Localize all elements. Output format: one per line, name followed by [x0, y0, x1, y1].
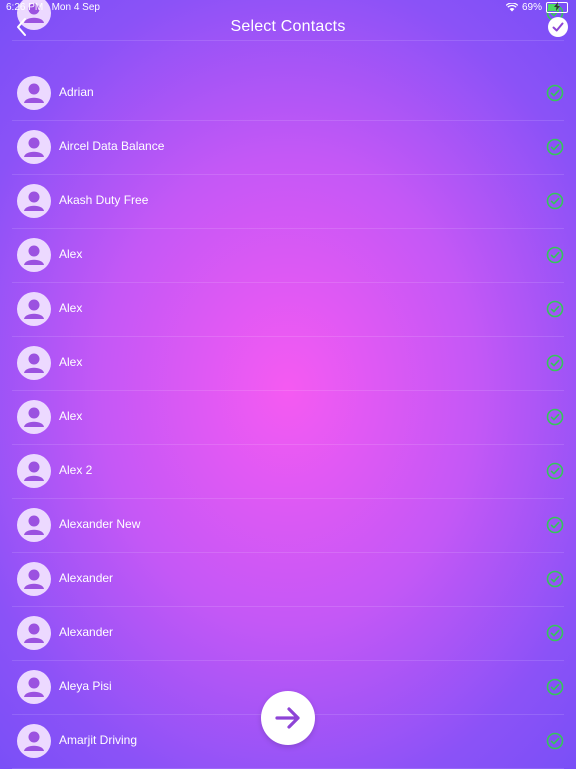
person-icon: [24, 83, 44, 103]
contact-row[interactable]: Alex: [12, 336, 564, 391]
avatar: [17, 184, 51, 218]
check-circle-icon[interactable]: [546, 192, 564, 210]
avatar: [17, 238, 51, 272]
battery-icon: [546, 2, 568, 13]
done-button[interactable]: [548, 17, 568, 37]
bolt-icon: [554, 2, 560, 11]
check-circle-icon[interactable]: [546, 354, 564, 372]
person-icon: [24, 191, 44, 211]
avatar: [17, 346, 51, 380]
contact-row[interactable]: Alex: [12, 282, 564, 337]
contact-row[interactable]: Alex 2: [12, 444, 564, 499]
page-title: Select Contacts: [230, 18, 346, 35]
contact-row[interactable]: Alex: [12, 390, 564, 445]
person-icon: [24, 407, 44, 427]
next-button[interactable]: [261, 691, 315, 745]
checkmark-icon: [552, 22, 564, 32]
check-circle-icon[interactable]: [546, 138, 564, 156]
person-icon: [24, 353, 44, 373]
avatar: [17, 400, 51, 434]
avatar: [17, 670, 51, 704]
contact-name: Aircel Data Balance: [59, 139, 165, 153]
contact-name: Aleya Pisi: [59, 679, 112, 693]
contact-name: Alex: [59, 409, 83, 423]
avatar: [17, 508, 51, 542]
arrow-right-icon: [275, 707, 300, 729]
person-icon: [24, 623, 44, 643]
avatar: [17, 562, 51, 596]
check-circle-icon[interactable]: [546, 84, 564, 102]
check-circle-icon[interactable]: [546, 732, 564, 750]
contact-name: Akash Duty Free: [59, 193, 149, 207]
contact-name: Adrian: [59, 85, 94, 99]
avatar: [17, 616, 51, 650]
check-circle-icon[interactable]: [546, 300, 564, 318]
contact-name: Alexander New: [59, 517, 141, 531]
avatar: [17, 130, 51, 164]
check-circle-icon[interactable]: [546, 570, 564, 588]
contact-row[interactable]: Akash Duty Free: [12, 174, 564, 229]
person-icon: [24, 731, 44, 751]
contact-name: Amarjit Driving: [59, 733, 138, 747]
contact-row[interactable]: Alexander New: [12, 498, 564, 553]
avatar: [17, 292, 51, 326]
check-circle-icon[interactable]: [546, 408, 564, 426]
check-circle-icon[interactable]: [546, 246, 564, 264]
contact-name: Alex: [59, 247, 83, 261]
battery-percent: 69%: [521, 2, 542, 13]
contact-name: Alex: [59, 355, 83, 369]
avatar: [17, 76, 51, 110]
check-circle-icon[interactable]: [546, 462, 564, 480]
person-icon: [24, 677, 44, 697]
check-circle-icon[interactable]: [546, 624, 564, 642]
contact-name: Alex 2: [59, 463, 93, 477]
person-icon: [24, 569, 44, 589]
person-icon: [24, 245, 44, 265]
check-circle-icon[interactable]: [546, 678, 564, 696]
status-time: 6:26 PM Mon 4 Sep: [6, 2, 100, 13]
person-icon: [24, 515, 44, 535]
check-circle-icon[interactable]: [546, 516, 564, 534]
contact-row[interactable]: Aircel Data Balance: [12, 120, 564, 175]
person-icon: [24, 461, 44, 481]
contact-name: Alexander: [59, 571, 114, 585]
contact-row[interactable]: Alexander: [12, 606, 564, 661]
contact-name: Alex: [59, 301, 83, 315]
contact-list: Adrian Aircel Data Balance Akash Duty Free…: [0, 0, 576, 769]
contact-name: Alexander: [59, 625, 114, 639]
nav-bar: Select Contacts: [0, 14, 576, 40]
contact-row[interactable]: Alexander: [12, 552, 564, 607]
avatar: [17, 454, 51, 488]
status-indicators: 69%: [505, 2, 568, 13]
contact-row[interactable]: Adrian: [12, 66, 564, 121]
contact-row[interactable]: Alex: [12, 228, 564, 283]
person-icon: [24, 299, 44, 319]
wifi-icon: [505, 3, 518, 12]
avatar: [17, 724, 51, 758]
person-icon: [24, 137, 44, 157]
